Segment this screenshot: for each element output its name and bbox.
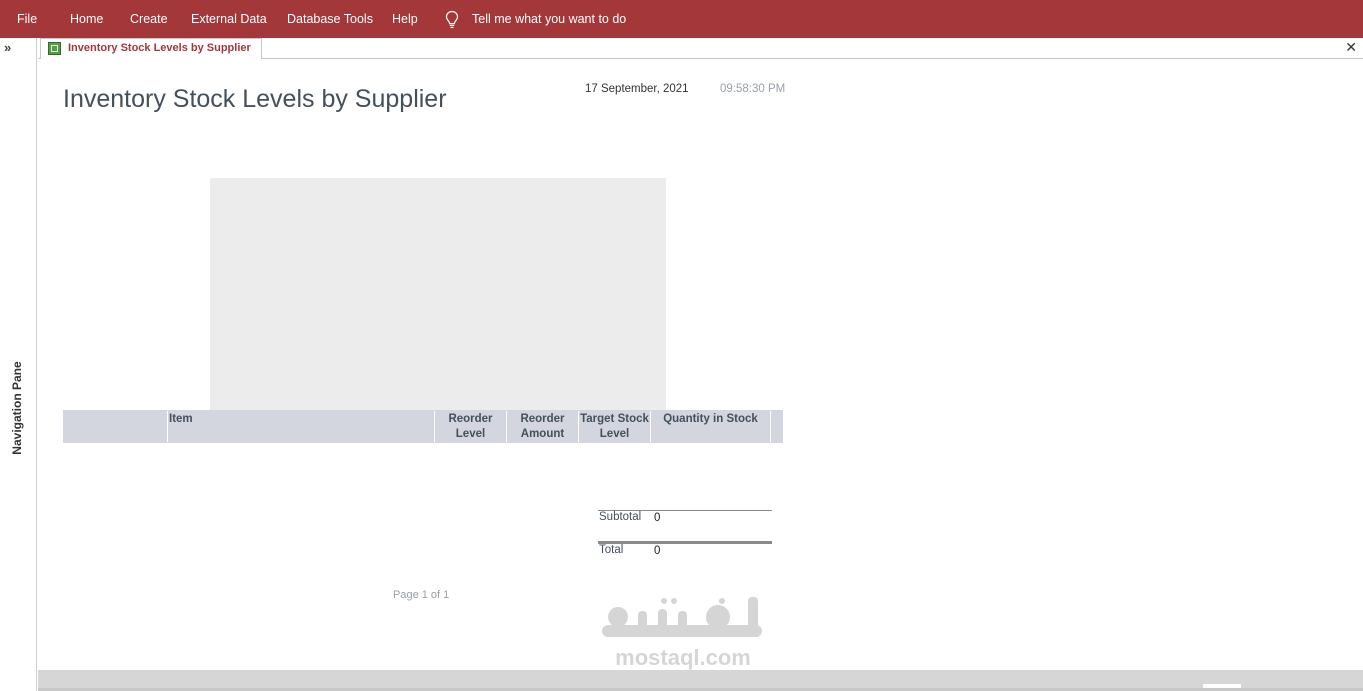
ribbon-menu-bar: File Home Create External Data Database … — [0, 0, 1363, 38]
chart-placeholder — [210, 178, 666, 410]
column-header-reorder-amount: Reorder Amount — [506, 411, 578, 442]
column-divider — [770, 411, 772, 442]
column-header-target-stock-level: Target Stock Level — [578, 411, 650, 442]
report-date: 17 September, 2021 — [585, 83, 689, 95]
report-time: 09:58:30 PM — [720, 83, 786, 95]
column-header-band: Item Reorder Level Reorder Amount Target… — [63, 410, 783, 443]
tab-inventory-report[interactable]: Inventory Stock Levels by Supplier — [40, 38, 262, 60]
page-number: Page 1 of 1 — [393, 589, 450, 601]
navigation-pane-label[interactable]: Navigation Pane — [10, 358, 26, 458]
total-rule — [598, 541, 772, 544]
report-page: Inventory Stock Levels by Supplier 17 Se… — [38, 59, 1346, 670]
report-title: Inventory Stock Levels by Supplier — [63, 85, 447, 113]
column-header-quantity-in-stock: Quantity in Stock — [650, 411, 770, 442]
horizontal-scrollbar[interactable] — [38, 670, 1363, 688]
report-canvas: Inventory Stock Levels by Supplier 17 Se… — [38, 59, 1363, 691]
lightbulb-icon[interactable] — [444, 10, 460, 30]
total-value: 0 — [654, 545, 661, 557]
subtotal-label: Subtotal — [599, 511, 642, 523]
report-icon — [48, 42, 61, 55]
menu-help[interactable]: Help — [392, 12, 418, 26]
document-tab-strip: Inventory Stock Levels by Supplier ✕ — [38, 38, 1363, 60]
menu-external-data[interactable]: External Data — [191, 12, 267, 26]
menu-database-tools[interactable]: Database Tools — [287, 12, 373, 26]
close-tab-button[interactable]: ✕ — [1345, 39, 1357, 55]
vertical-scrollbar[interactable] — [1346, 59, 1363, 670]
column-header-item: Item — [167, 411, 434, 442]
subtotal-value: 0 — [654, 512, 661, 524]
expand-nav-icon[interactable]: » — [4, 40, 11, 55]
menu-home[interactable]: Home — [70, 12, 103, 26]
watermark-text: mostaql.com — [615, 645, 751, 670]
column-header-reorder-level: Reorder Level — [434, 411, 506, 442]
tell-me-search[interactable]: Tell me what you want to do — [472, 12, 626, 26]
mostaql-watermark-logo: mostaql.com — [602, 597, 762, 670]
total-label: Total — [599, 544, 624, 556]
scrollbar-thumb[interactable] — [1203, 684, 1241, 688]
tab-label: Inventory Stock Levels by Supplier — [68, 42, 251, 54]
menu-create[interactable]: Create — [130, 12, 168, 26]
navigation-pane: » Navigation Pane — [0, 38, 37, 691]
menu-file[interactable]: File — [17, 12, 37, 26]
